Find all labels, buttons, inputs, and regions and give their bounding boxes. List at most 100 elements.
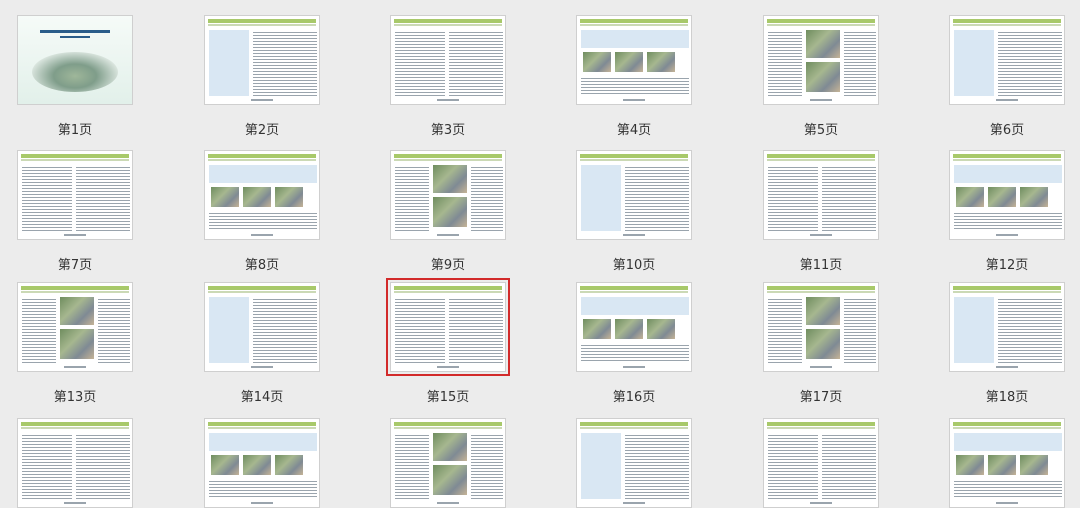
page-thumbnail-preview[interactable] (949, 418, 1065, 508)
page-thumbnail-preview[interactable] (204, 282, 320, 372)
slide-header-bar (953, 422, 1061, 426)
slide-header-bar (21, 286, 129, 290)
photo (806, 62, 840, 92)
page-thumbnail-preview[interactable] (763, 418, 879, 508)
text-column (625, 165, 689, 231)
photo (956, 187, 984, 207)
text-column (581, 343, 689, 363)
slide-subheader-bar (21, 159, 129, 161)
page-thumbnail-preview[interactable] (576, 418, 692, 508)
text-column (449, 30, 503, 96)
text-column (76, 433, 130, 499)
slide-footer (63, 366, 87, 368)
page-thumbnail-preview[interactable] (390, 418, 506, 508)
slide-header-bar (394, 19, 502, 23)
page-label: 第7页 (57, 258, 93, 273)
slide-header-bar (953, 286, 1061, 290)
photo (211, 455, 239, 475)
page-thumbnail-preview[interactable] (390, 15, 506, 105)
text-column (395, 30, 445, 96)
page-thumbnail-preview[interactable] (576, 150, 692, 240)
slide-subheader-bar (580, 291, 688, 293)
slide-subheader-bar (21, 427, 129, 429)
text-column (471, 165, 503, 231)
page-label: 第2页 (244, 123, 280, 138)
page-label: 第13页 (53, 390, 97, 405)
text-column (768, 433, 818, 499)
slide-header-bar (767, 19, 875, 23)
slide-footer (436, 99, 460, 101)
text-column (76, 165, 130, 231)
text-column (998, 30, 1062, 96)
page-label: 第14页 (240, 390, 284, 405)
slide-header-bar (208, 19, 316, 23)
photo (275, 455, 303, 475)
slide-header-bar (953, 19, 1061, 23)
slide-subheader-bar (208, 291, 316, 293)
photo (615, 319, 643, 339)
photo (988, 455, 1016, 475)
page-thumbnail-preview[interactable] (763, 282, 879, 372)
text-column (822, 165, 876, 231)
text-column (471, 433, 503, 499)
slide-subheader-bar (208, 24, 316, 26)
slide-header-bar (208, 286, 316, 290)
page-thumbnail-preview[interactable] (17, 15, 133, 105)
slide-footer (809, 99, 833, 101)
slide-footer (622, 502, 646, 504)
page-thumbnail-preview[interactable] (17, 150, 133, 240)
page-thumbnail-preview[interactable] (204, 15, 320, 105)
page-thumbnail-preview[interactable] (17, 418, 133, 508)
page-thumbnail-preview[interactable] (763, 150, 879, 240)
blue-panel (209, 165, 317, 183)
slide-subheader-bar (767, 24, 875, 26)
slide-footer (250, 366, 274, 368)
text-column (22, 165, 72, 231)
page-thumbnail-preview[interactable] (390, 150, 506, 240)
blue-panel (209, 297, 249, 363)
slide-subheader-bar (953, 427, 1061, 429)
blue-panel (954, 30, 994, 96)
photo (806, 297, 840, 325)
photo (60, 329, 94, 359)
photo (433, 197, 467, 227)
photo (956, 455, 984, 475)
page-thumbnail-preview[interactable] (204, 150, 320, 240)
cover-aerial-image (32, 52, 118, 92)
page-thumbnail-preview[interactable] (763, 15, 879, 105)
page-thumbnail-preview[interactable] (204, 418, 320, 508)
text-column (98, 297, 130, 363)
slide-subheader-bar (394, 291, 502, 293)
page-thumbnail-preview[interactable] (576, 15, 692, 105)
slide-footer (436, 234, 460, 236)
slide-subheader-bar (394, 24, 502, 26)
slide-footer (250, 502, 274, 504)
photo (243, 455, 271, 475)
cover-title-bar (40, 30, 110, 33)
text-column (822, 433, 876, 499)
slide-subheader-bar (580, 24, 688, 26)
page-thumbnail-preview[interactable] (949, 282, 1065, 372)
slide-header-bar (767, 286, 875, 290)
page-thumbnail-preview[interactable] (949, 150, 1065, 240)
text-column (253, 30, 317, 96)
page-label: 第15页 (426, 390, 470, 405)
slide-subheader-bar (580, 159, 688, 161)
page-thumbnail-preview[interactable] (17, 282, 133, 372)
slide-subheader-bar (767, 291, 875, 293)
page-thumbnail-preview[interactable] (386, 278, 510, 376)
page-label: 第12页 (985, 258, 1029, 273)
text-column (998, 297, 1062, 363)
page-thumbnail-preview[interactable] (576, 282, 692, 372)
page-label: 第1页 (57, 123, 93, 138)
slide-footer (436, 366, 460, 368)
blue-panel (209, 433, 317, 451)
photo (1020, 187, 1048, 207)
page-thumbnail-preview[interactable] (949, 15, 1065, 105)
slide-header-bar (208, 422, 316, 426)
blue-panel (954, 165, 1062, 183)
photo (615, 52, 643, 72)
slide-header-bar (580, 286, 688, 290)
slide-header-bar (394, 154, 502, 158)
text-column (209, 479, 317, 499)
